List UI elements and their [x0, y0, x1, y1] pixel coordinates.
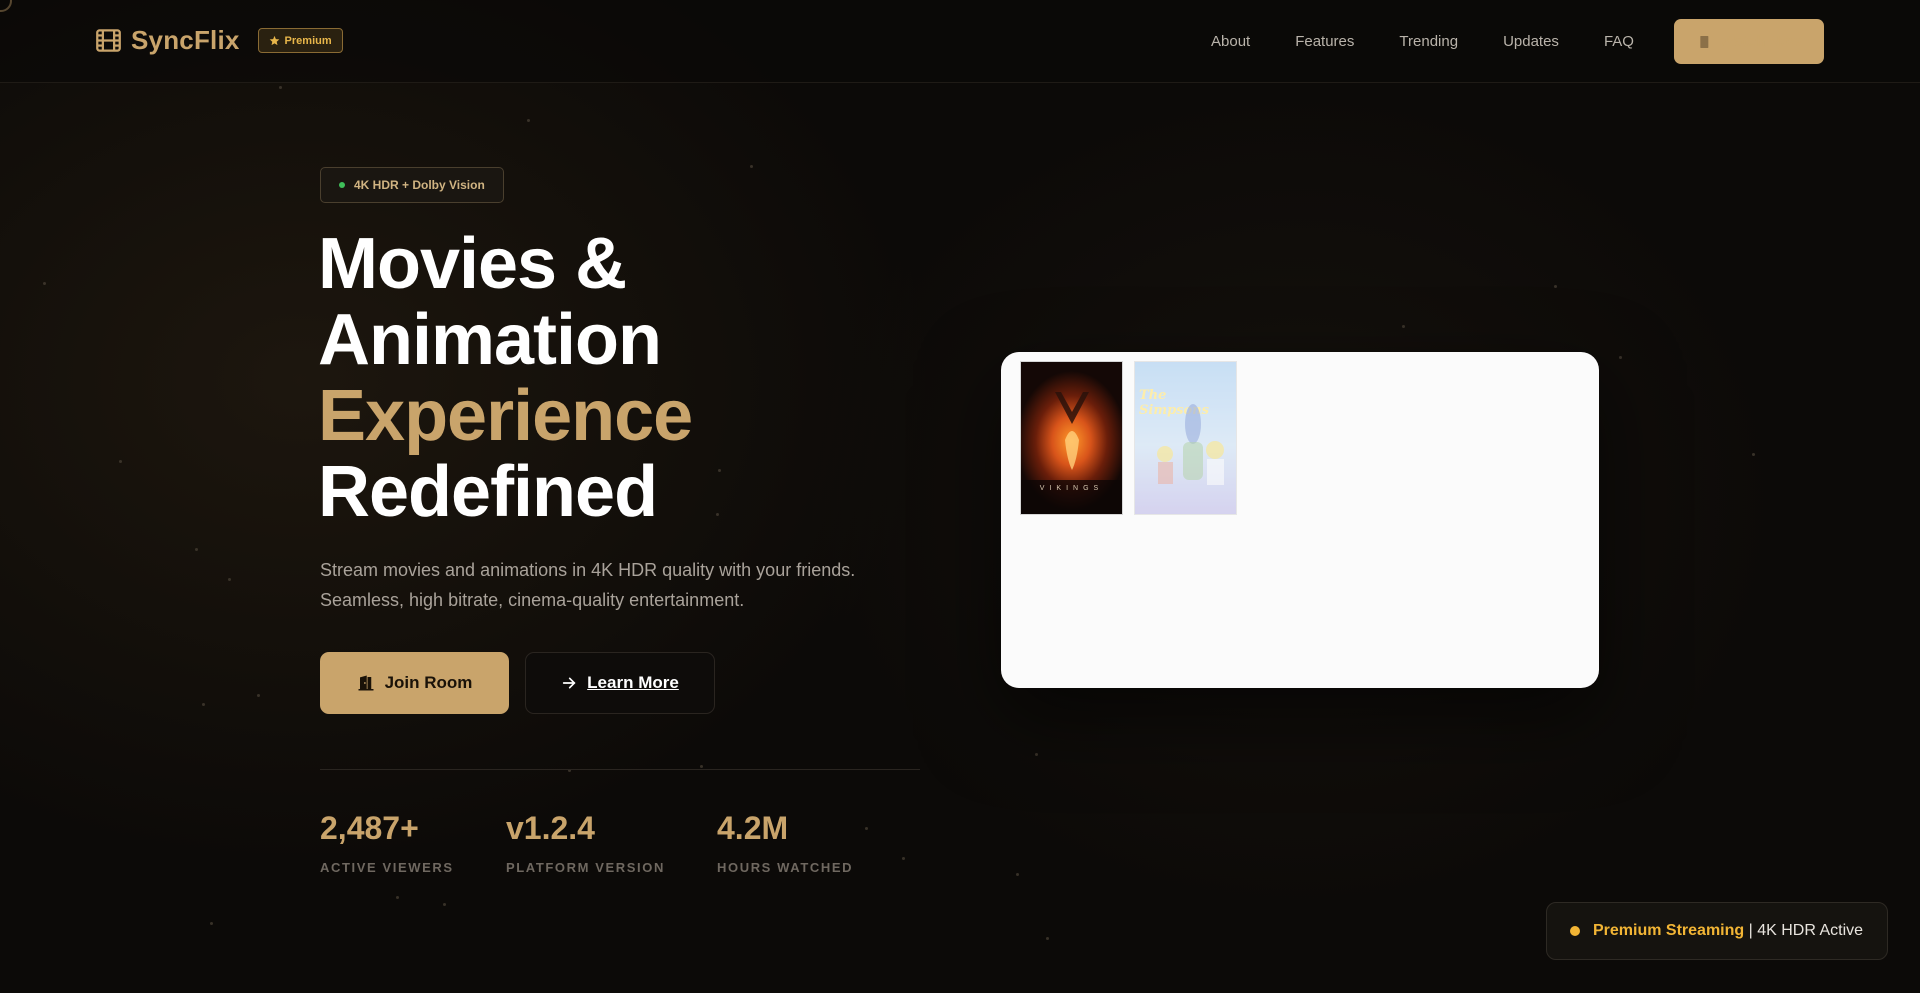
- hdr-badge-label: 4K HDR + Dolby Vision: [354, 178, 485, 192]
- premium-badge: Premium: [257, 28, 343, 53]
- nav-link-trending[interactable]: Trending: [1399, 33, 1458, 50]
- top-navigation: SyncFlix Premium About Features Trending…: [0, 0, 1920, 83]
- viking-helmet-art: [1021, 392, 1122, 514]
- family-art: [1157, 404, 1224, 485]
- hdr-badge: 4K HDR + Dolby Vision: [320, 167, 504, 203]
- film-icon: [96, 29, 121, 52]
- hero-title-line-2: Animation: [318, 300, 662, 380]
- premium-badge-label: Premium: [284, 34, 332, 47]
- brand-name: SyncFlix: [131, 25, 240, 55]
- poster-preview-panel: VIKINGS The Simpsons: [1001, 352, 1599, 688]
- stat-value: 2,487+: [320, 810, 419, 846]
- stat-hours-watched: 4.2M HOURS WATCHED: [717, 808, 853, 875]
- stats-divider: [320, 769, 920, 770]
- streaming-status-toast: Premium Streaming | 4K HDR Active: [1546, 902, 1888, 960]
- poster-vikings-caption: VIKINGS: [1039, 485, 1104, 492]
- nav-link-features[interactable]: Features: [1295, 33, 1354, 50]
- arrow-right-icon: [563, 677, 576, 689]
- stat-value: 4.2M: [717, 810, 789, 846]
- status-strong: Premium Streaming: [1593, 922, 1745, 939]
- hero-title-line-3: Experience: [318, 376, 693, 456]
- stat-label: ACTIVE VIEWERS: [320, 860, 454, 875]
- brand[interactable]: SyncFlix Premium: [95, 25, 343, 56]
- door-icon: [1700, 35, 1709, 48]
- poster-simpsons[interactable]: The Simpsons: [1134, 361, 1237, 515]
- hero-title-line-1: Movies &: [318, 224, 627, 304]
- join-room-button[interactable]: Join Room: [320, 652, 509, 714]
- star-icon: [269, 35, 279, 46]
- door-icon: [358, 675, 374, 691]
- stat-platform-version: v1.2.4 PLATFORM VERSION: [506, 808, 665, 875]
- watch-now-button[interactable]: Watch Now: [1674, 19, 1824, 64]
- stat-label: HOURS WATCHED: [717, 860, 854, 875]
- hero-title: Movies & Animation Experience Redefined: [318, 224, 693, 532]
- nav-link-about[interactable]: About: [1211, 33, 1250, 50]
- live-dot: [339, 182, 345, 188]
- watch-now-label: Watch Now: [1720, 33, 1802, 50]
- poster-vikings[interactable]: VIKINGS: [1020, 361, 1123, 515]
- join-room-label: Join Room: [384, 673, 473, 692]
- status-dot: [1570, 926, 1580, 936]
- status-detail: | 4K HDR Active: [1744, 922, 1864, 939]
- hero-subtitle: Stream movies and animations in 4K HDR q…: [320, 560, 856, 610]
- learn-more-button[interactable]: Learn More: [525, 652, 715, 714]
- learn-more-label: Learn More: [587, 673, 679, 692]
- nav-link-faq[interactable]: FAQ: [1604, 33, 1634, 50]
- stat-label: PLATFORM VERSION: [506, 860, 665, 875]
- nav-link-updates[interactable]: Updates: [1503, 33, 1559, 50]
- stat-value: v1.2.4: [506, 810, 595, 846]
- hero-title-line-4: Redefined: [318, 452, 658, 532]
- nav-links: About Features Trending Updates FAQ: [1211, 33, 1679, 50]
- stat-active-viewers: 2,487+ ACTIVE VIEWERS: [320, 808, 454, 875]
